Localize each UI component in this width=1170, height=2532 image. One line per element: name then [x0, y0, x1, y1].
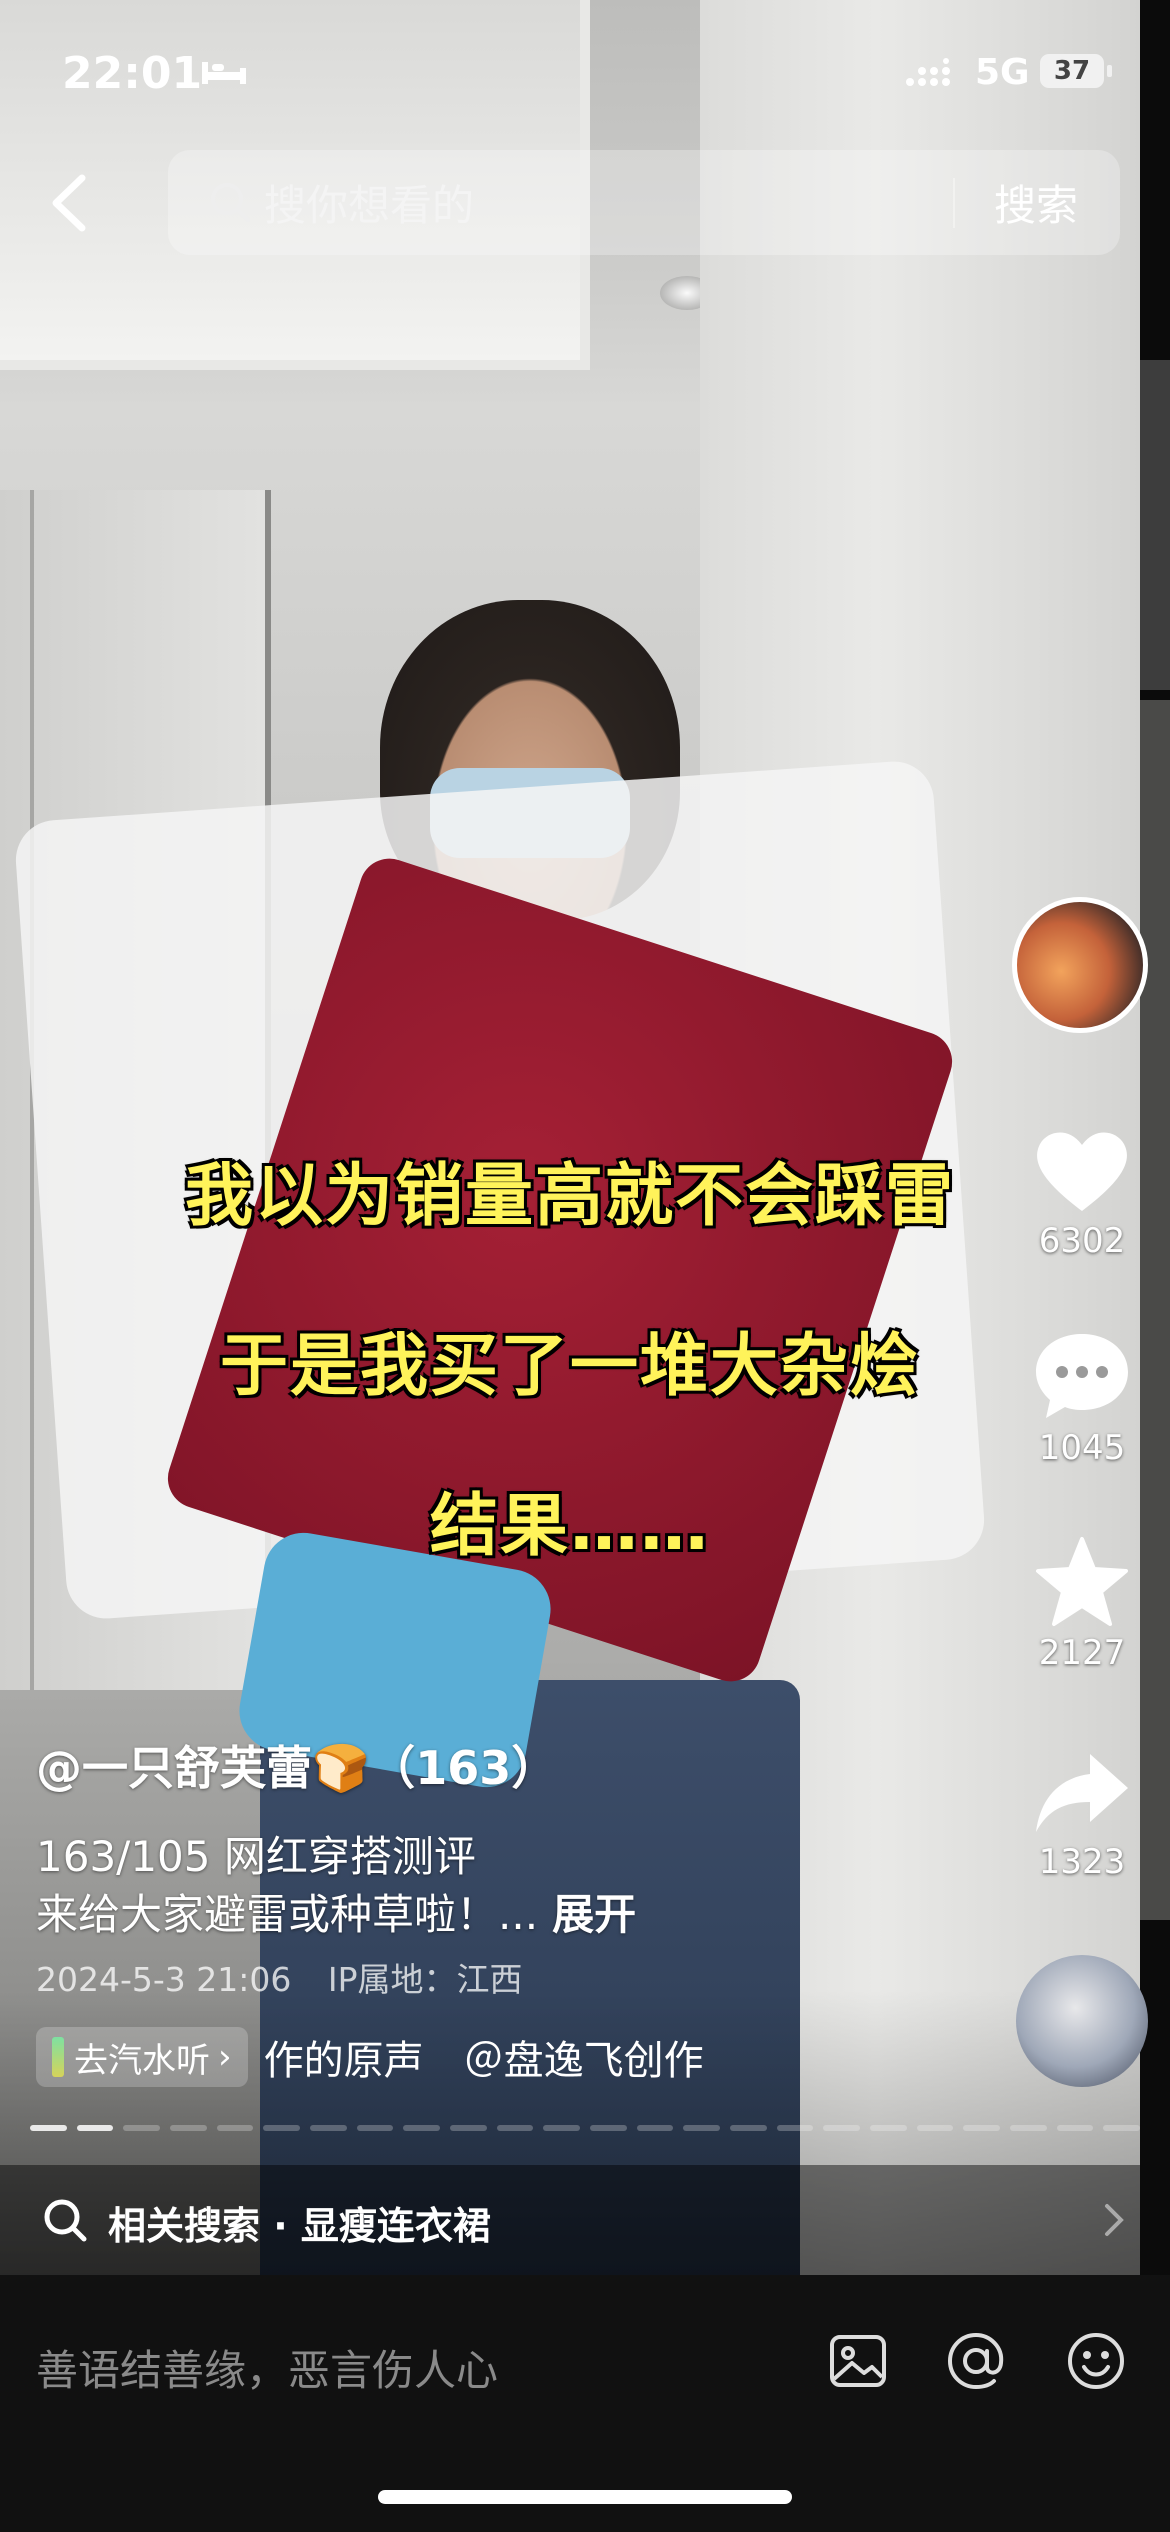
- post-description-text: 来给大家避雷或种草啦！...: [36, 1890, 539, 1939]
- status-bar: 22:01 5G 37: [0, 0, 1170, 150]
- progress-segment: [170, 2125, 207, 2131]
- author-avatar[interactable]: [1012, 897, 1148, 1033]
- progress-segment: [543, 2125, 581, 2131]
- video-caption-3: 结果……: [429, 1487, 710, 1566]
- chevron-right-icon: [1105, 2204, 1124, 2236]
- progress-segment: [30, 2125, 67, 2131]
- progress-segment: [776, 2125, 814, 2131]
- video-caption-1: 我以为销量高就不会踩雷: [184, 1157, 955, 1236]
- favorite-count: 2127: [1038, 1633, 1126, 1673]
- qishui-button[interactable]: 去汽水听 ›: [36, 2027, 248, 2087]
- video-caption-2: 于是我买了一堆大杂烩: [219, 1327, 920, 1406]
- progress-segment: [730, 2125, 767, 2131]
- related-search-bar[interactable]: 相关搜索 · 显瘦连衣裙: [0, 2165, 1140, 2275]
- progress-segment: [1010, 2125, 1047, 2131]
- progress-segment: [1103, 2125, 1141, 2131]
- like-count: 6302: [1038, 1221, 1126, 1261]
- status-time: 22:01: [62, 48, 203, 99]
- music-row: 去汽水听 › 作的原声 ＠盘逸飞创作: [36, 2026, 824, 2088]
- search-input[interactable]: 搜你想看的: [264, 172, 474, 233]
- progress-segment: [636, 2125, 674, 2131]
- progress-segment: [403, 2125, 441, 2131]
- qishui-logo-icon: [52, 2037, 64, 2077]
- expand-button[interactable]: 展开: [552, 1890, 636, 1939]
- back-icon[interactable]: [40, 168, 100, 238]
- at-icon[interactable]: [944, 2329, 1008, 2393]
- like-button[interactable]: 6302: [1020, 1125, 1144, 1261]
- music-disc[interactable]: [1016, 1955, 1148, 2087]
- post-title: 163/105 网红穿搭测评: [36, 1832, 476, 1881]
- post-description: 来给大家避雷或种草啦！... 展开: [36, 1881, 636, 1942]
- post-ip-location: IP属地：江西: [327, 1960, 523, 1999]
- author-name[interactable]: @一只舒芙蕾🍞（163）: [36, 1732, 557, 1798]
- progress-segment: [823, 2125, 861, 2131]
- heart-icon: [1037, 1132, 1127, 1211]
- qishui-label: 去汽水听: [74, 2040, 210, 2081]
- battery-indicator: 37: [1040, 54, 1112, 88]
- search-bar[interactable]: 搜你想看的 搜索: [168, 150, 1120, 255]
- comment-count: 1045: [1038, 1428, 1126, 1468]
- signal-icon: [906, 58, 950, 86]
- comment-button[interactable]: 1045: [1020, 1330, 1144, 1468]
- network-type: 5G: [975, 52, 1030, 93]
- search-icon: [211, 183, 250, 222]
- share-count: 1323: [1038, 1842, 1126, 1882]
- search-button[interactable]: 搜索: [994, 172, 1078, 233]
- next-video-peek: [1140, 0, 1170, 2275]
- home-indicator[interactable]: [378, 2490, 792, 2504]
- progress-segment: [916, 2125, 954, 2131]
- image-icon[interactable]: [826, 2329, 890, 2393]
- emoji-icon[interactable]: [1064, 2329, 1128, 2393]
- share-icon: [1036, 1754, 1128, 1832]
- progress-segment: [310, 2125, 347, 2131]
- progress-segment: [263, 2125, 301, 2131]
- progress-segment: [683, 2125, 721, 2131]
- comment-input[interactable]: 善语结善缘，恶言伤人心: [36, 2337, 498, 2398]
- progress-segment: [216, 2125, 254, 2131]
- comment-icon: [1036, 1334, 1128, 1418]
- progress-segment: [870, 2125, 907, 2131]
- progress-segment: [1056, 2125, 1094, 2131]
- post-meta: 2024-5-3 21:06 IP属地：江西: [36, 1953, 549, 2001]
- progress-segment: [963, 2125, 1001, 2131]
- progress-segment: [496, 2125, 534, 2131]
- post-date: 2024-5-3 21:06: [36, 1960, 292, 1999]
- share-button[interactable]: 1323: [1020, 1750, 1144, 1882]
- related-search-text: 相关搜索 · 显瘦连衣裙: [108, 2204, 491, 2248]
- chevron-right-icon: ›: [218, 2037, 232, 2077]
- video-progress[interactable]: [30, 2125, 1141, 2131]
- progress-segment: [450, 2125, 487, 2131]
- progress-segment: [356, 2125, 394, 2131]
- progress-segment: [76, 2125, 114, 2131]
- favorite-button[interactable]: 2127: [1020, 1535, 1144, 1673]
- progress-segment: [590, 2125, 627, 2131]
- search-divider: [953, 178, 955, 228]
- sleep-mode-icon: [202, 62, 246, 84]
- star-icon: [1036, 1537, 1128, 1626]
- video-screen: 我以为销量高就不会踩雷 于是我买了一堆大杂烩 结果…… 22:01 5G 37: [0, 0, 1170, 2532]
- search-icon: [44, 2199, 87, 2242]
- music-title[interactable]: 作的原声 ＠盘逸飞创作: [264, 2028, 824, 2086]
- progress-segment: [123, 2125, 161, 2131]
